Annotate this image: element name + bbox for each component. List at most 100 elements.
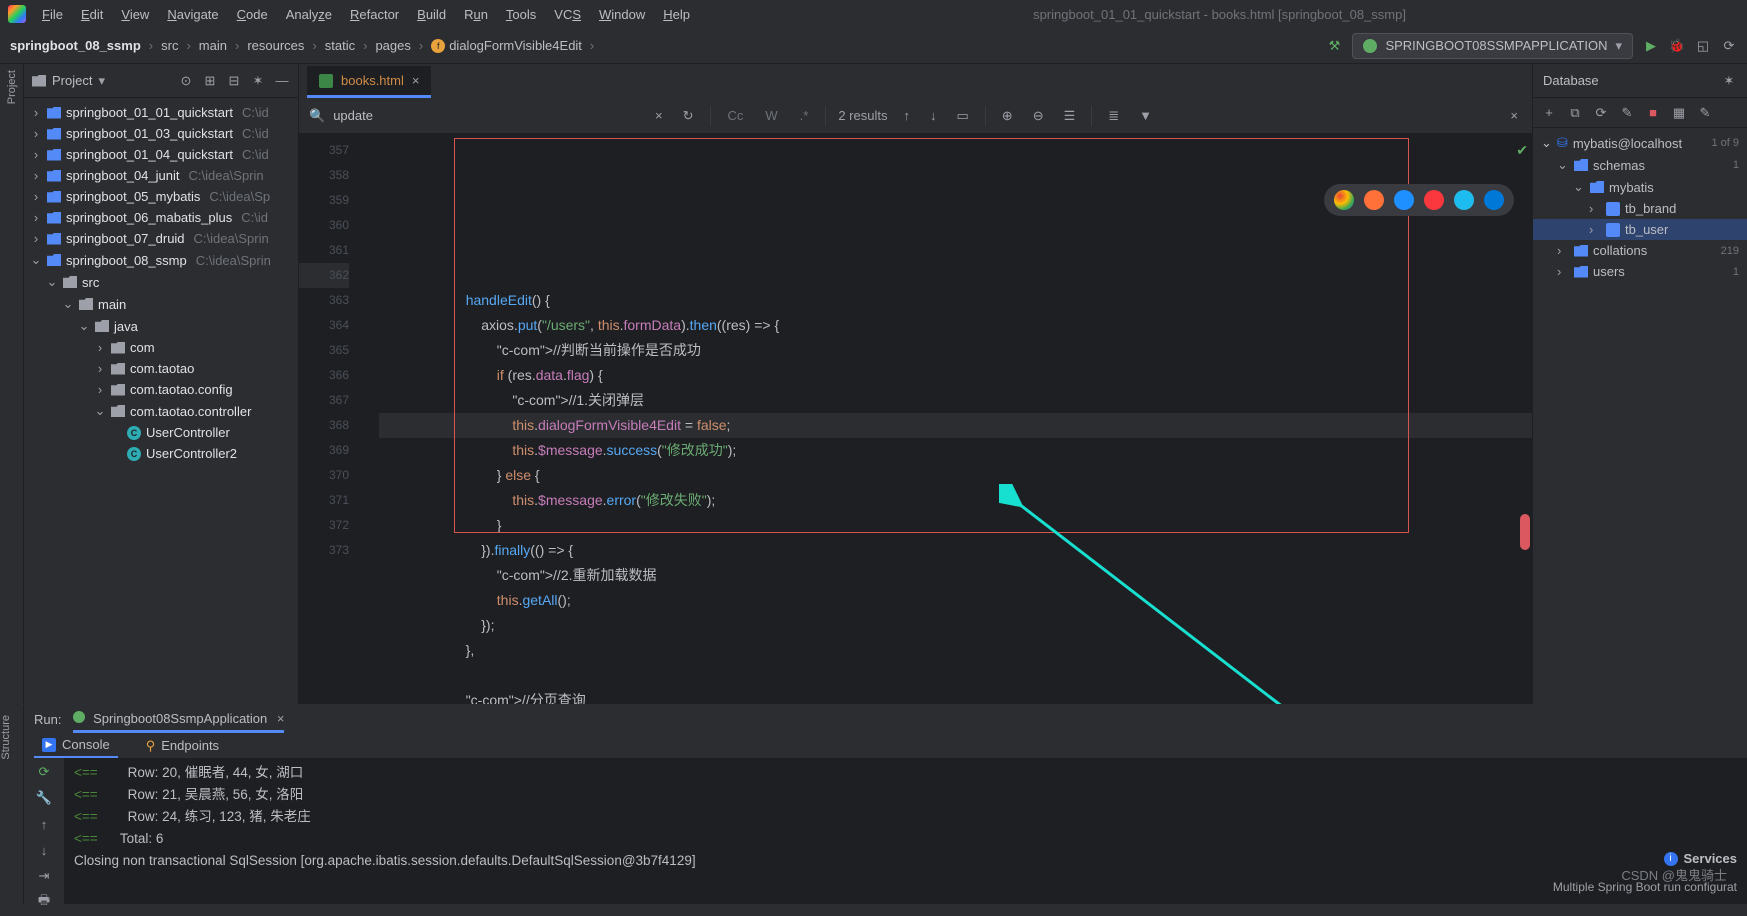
breadcrumb[interactable]: springboot_08_ssmp src main resources st…: [10, 38, 596, 53]
tab-books-html[interactable]: books.html ×: [307, 66, 431, 98]
close-search-icon[interactable]: ×: [1506, 106, 1522, 125]
console-tab[interactable]: ▶ Console: [34, 733, 118, 758]
expand-all-icon[interactable]: ⊞: [202, 73, 218, 89]
stop-db-icon[interactable]: ■: [1645, 105, 1661, 121]
menu-tools[interactable]: Tools: [498, 4, 544, 25]
debug-icon[interactable]: 🐞: [1669, 38, 1685, 54]
select-occurrences-icon[interactable]: ☰: [1060, 106, 1080, 126]
tree-node[interactable]: ⌄com.taotao.controller: [24, 400, 298, 422]
menu-window[interactable]: Window: [591, 4, 653, 25]
tree-node[interactable]: ›springboot_05_mybatisC:\idea\Sp: [24, 186, 298, 207]
datasource-node[interactable]: ⌄ ⛁ mybatis@localhost 1 of 9: [1533, 132, 1747, 154]
menu-run[interactable]: Run: [456, 4, 496, 25]
select-all-icon[interactable]: ▭: [952, 106, 972, 126]
menu-edit[interactable]: Edit: [73, 4, 111, 25]
refresh-icon[interactable]: ⟳: [1593, 105, 1609, 121]
menu-help[interactable]: Help: [655, 4, 698, 25]
menu-file[interactable]: File: [34, 4, 71, 25]
coverage-icon[interactable]: ◱: [1695, 38, 1711, 54]
tree-node[interactable]: ›com.taotao: [24, 358, 298, 379]
run-config-tab[interactable]: Springboot08SsmpApplication ×: [73, 711, 284, 733]
close-icon[interactable]: ×: [412, 73, 420, 88]
inspection-ok-icon[interactable]: ✔: [1516, 138, 1528, 163]
print-icon[interactable]: 🖶: [36, 894, 52, 910]
toggle-scope-icon[interactable]: ≣: [1104, 106, 1123, 126]
tree-node[interactable]: ›springboot_01_01_quickstartC:\id: [24, 102, 298, 123]
settings-icon[interactable]: ✶: [250, 73, 266, 89]
scroll-up-icon[interactable]: ↑: [36, 816, 52, 832]
firefox-icon[interactable]: [1364, 190, 1384, 210]
database-tree[interactable]: ⌄ ⛁ mybatis@localhost 1 of 9 ⌄schemas1⌄m…: [1533, 128, 1747, 286]
tree-node[interactable]: ⌄main: [24, 293, 298, 315]
menu-code[interactable]: Code: [229, 4, 276, 25]
remove-selection-icon[interactable]: ⊖: [1029, 106, 1048, 126]
view-data-icon[interactable]: ▦: [1671, 105, 1687, 121]
stop-icon[interactable]: ⟳: [1721, 38, 1737, 54]
console-output[interactable]: <== Row: 20, 催眠者, 44, 女, 湖口<== Row: 21, …: [64, 758, 1747, 916]
db-node[interactable]: ›users1: [1533, 261, 1747, 282]
db-node[interactable]: ›tb_user: [1533, 219, 1747, 240]
project-pane-title[interactable]: Project ▾: [32, 73, 170, 89]
tree-node[interactable]: ⌄springboot_08_ssmpC:\idea\Sprin: [24, 249, 298, 271]
tree-node[interactable]: ›springboot_07_druidC:\idea\Sprin: [24, 228, 298, 249]
tree-node[interactable]: ›com: [24, 337, 298, 358]
db-node[interactable]: ⌄schemas1: [1533, 154, 1747, 176]
clear-search-icon[interactable]: ×: [651, 106, 667, 125]
project-tree[interactable]: ›springboot_01_01_quickstartC:\id›spring…: [24, 98, 298, 468]
tree-node[interactable]: ›com.taotao.config: [24, 379, 298, 400]
search-input[interactable]: [333, 108, 593, 123]
menu-navigate[interactable]: Navigate: [159, 4, 226, 25]
browser-preview-bar[interactable]: [1324, 184, 1514, 216]
hide-icon[interactable]: —: [274, 73, 290, 89]
tree-node[interactable]: ⌄java: [24, 315, 298, 337]
regex-option[interactable]: .*: [795, 106, 814, 125]
safari-icon[interactable]: [1394, 190, 1414, 210]
select-opened-icon[interactable]: ⊙: [178, 73, 194, 89]
prev-match-icon[interactable]: ↑: [899, 106, 914, 125]
run-settings-icon[interactable]: 🔧: [36, 790, 52, 806]
hammer-icon[interactable]: ⚒: [1326, 38, 1342, 54]
folder-icon: [32, 75, 46, 87]
tree-node[interactable]: ›springboot_01_04_quickstartC:\id: [24, 144, 298, 165]
soft-wrap-icon[interactable]: ⇥: [36, 868, 52, 884]
db-node[interactable]: ⌄mybatis: [1533, 176, 1747, 198]
tree-node[interactable]: ›springboot_01_03_quickstartC:\id: [24, 123, 298, 144]
tree-node[interactable]: CUserController2: [24, 443, 298, 464]
search-history-icon[interactable]: ↻: [679, 106, 698, 126]
menu-analyze[interactable]: Analyze: [278, 4, 340, 25]
opera-icon[interactable]: [1424, 190, 1444, 210]
tree-node[interactable]: CUserController: [24, 422, 298, 443]
add-datasource-icon[interactable]: +: [1541, 105, 1557, 121]
edge-icon[interactable]: [1484, 190, 1504, 210]
menu-build[interactable]: Build: [409, 4, 454, 25]
run-icon[interactable]: ▶: [1643, 38, 1659, 54]
run-config-combo[interactable]: SPRINGBOOT08SSMPAPPLICATION ▾: [1352, 33, 1633, 59]
duplicate-icon[interactable]: ⧉: [1567, 105, 1583, 121]
scroll-down-icon[interactable]: ↓: [36, 842, 52, 858]
tree-node[interactable]: ⌄src: [24, 271, 298, 293]
match-case-option[interactable]: Cc: [723, 106, 749, 125]
db-node[interactable]: ›collations219: [1533, 240, 1747, 261]
words-option[interactable]: W: [760, 106, 782, 125]
chrome-icon[interactable]: [1334, 190, 1354, 210]
menu-view[interactable]: View: [113, 4, 157, 25]
collapse-all-icon[interactable]: ⊟: [226, 73, 242, 89]
rail-structure[interactable]: Structure: [0, 715, 12, 760]
db-settings-icon[interactable]: ✶: [1721, 73, 1737, 89]
error-stripe-marker[interactable]: [1520, 514, 1530, 550]
filter-icon[interactable]: ▼: [1135, 106, 1156, 125]
edit-icon[interactable]: ✎: [1697, 105, 1713, 121]
rerun-icon[interactable]: ⟳: [36, 764, 52, 780]
rail-project[interactable]: Project: [6, 70, 18, 104]
services-toolwindow-button[interactable]: i Services: [1664, 851, 1738, 866]
add-selection-icon[interactable]: ⊕: [998, 106, 1017, 126]
tree-node[interactable]: ›springboot_04_junitC:\idea\Sprin: [24, 165, 298, 186]
ie-icon[interactable]: [1454, 190, 1474, 210]
menu-vcs[interactable]: VCS: [546, 4, 589, 25]
endpoints-tab[interactable]: ⚲ Endpoints: [138, 734, 227, 758]
tree-node[interactable]: ›springboot_06_mabatis_plusC:\id: [24, 207, 298, 228]
next-match-icon[interactable]: ↓: [926, 106, 941, 125]
menu-refactor[interactable]: Refactor: [342, 4, 407, 25]
jump-to-console-icon[interactable]: ✎: [1619, 105, 1635, 121]
db-node[interactable]: ›tb_brand: [1533, 198, 1747, 219]
